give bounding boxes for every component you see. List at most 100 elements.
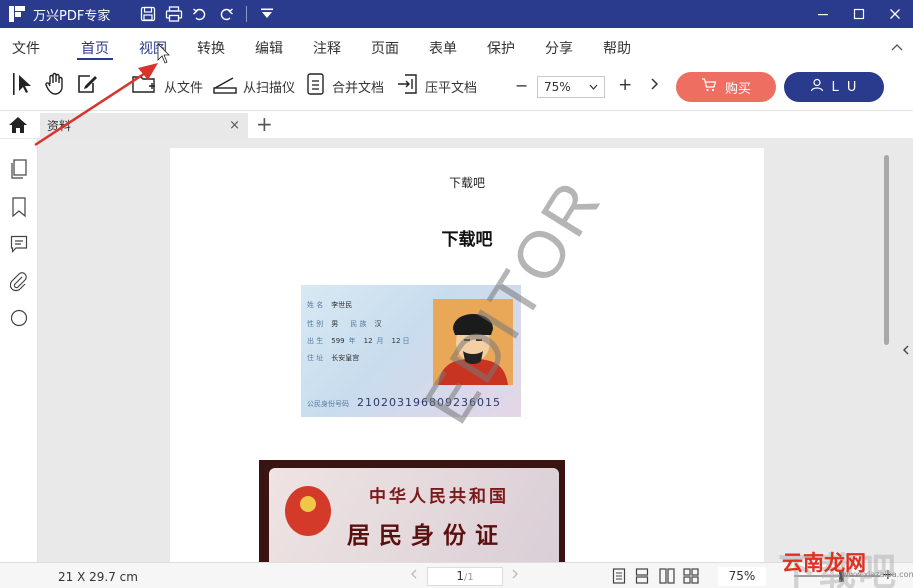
page-number-input[interactable]: 1/1 <box>427 567 503 586</box>
window-controls <box>805 0 913 28</box>
menu-form[interactable]: 表单 <box>429 38 457 58</box>
menu-protect[interactable]: 保护 <box>487 38 515 58</box>
previous-page-icon[interactable] <box>411 569 417 582</box>
menu-file[interactable]: 文件 <box>12 38 40 58</box>
flatten-label: 压平文档 <box>425 80 478 96</box>
title-bar: 万兴PDF专家 <box>0 0 913 28</box>
name-value: 李世民 <box>331 301 353 309</box>
customize-dropdown-icon[interactable] <box>257 4 277 24</box>
two-page-view-icon[interactable] <box>659 568 675 584</box>
menu-share[interactable]: 分享 <box>545 38 573 58</box>
maximize-icon[interactable] <box>841 0 877 28</box>
next-page-icon[interactable] <box>512 569 518 582</box>
sex-value: 男 <box>331 320 339 328</box>
document-tab-label: 资料 <box>47 119 72 133</box>
toolbar-separator <box>246 6 248 22</box>
current-page: 1 <box>456 569 464 583</box>
close-tab-button[interactable]: × <box>229 113 240 139</box>
from-scanner-button[interactable]: 从扫描仪 <box>213 74 295 98</box>
app-title: 万兴PDF专家 <box>33 8 111 24</box>
user-account-button[interactable]: L U <box>784 72 884 102</box>
zoom-value: 75% <box>544 80 571 94</box>
address-label: 住 址 <box>307 354 324 362</box>
merge-label: 合并文档 <box>332 80 385 96</box>
document-canvas[interactable]: 下载吧 下载吧 姓 名李世民 性 别男民 族汉 出 生 599 年 12 月 12 日 住 … <box>39 139 913 562</box>
document-tab[interactable]: 资料 × <box>40 113 248 139</box>
hand-tool[interactable] <box>44 72 66 100</box>
menu-view[interactable]: 视图 <box>139 38 167 58</box>
folder-add-icon <box>132 73 158 99</box>
chevron-down-icon <box>589 77 598 98</box>
menu-page[interactable]: 页面 <box>371 38 399 58</box>
toolbar-more-icon[interactable] <box>651 78 659 94</box>
merge-button[interactable]: 合并文档 <box>306 73 385 99</box>
select-tool[interactable] <box>12 73 36 98</box>
minimize-icon[interactable] <box>805 0 841 28</box>
save-icon[interactable] <box>138 4 158 24</box>
name-label: 姓 名 <box>307 301 324 309</box>
flatten-button[interactable]: 压平文档 <box>397 74 477 98</box>
from-file-label: 从文件 <box>164 80 204 96</box>
site-watermark-logo: 下载吧 云南龙网 www.xiazaiba.com <box>778 541 913 588</box>
address-value: 长安皇宫 <box>331 354 360 362</box>
card-country-text: 中华人民共和国 <box>369 487 509 507</box>
vertical-scrollbar[interactable] <box>884 155 889 345</box>
left-sidebar <box>0 139 38 562</box>
home-icon[interactable] <box>8 116 28 138</box>
scanner-icon <box>213 73 237 99</box>
bookmark-icon[interactable] <box>10 197 28 218</box>
id-number-label: 公民身份号码 <box>307 400 349 408</box>
redo-icon[interactable] <box>216 4 236 24</box>
collapse-ribbon-icon[interactable] <box>891 40 903 55</box>
quick-access-toolbar <box>138 4 277 24</box>
zoom-in-button[interactable]: + <box>618 75 632 95</box>
app-logo-icon <box>9 6 25 22</box>
from-file-button[interactable]: 从文件 <box>132 74 203 98</box>
menu-comment[interactable]: 注释 <box>313 38 341 58</box>
user-icon <box>810 78 824 96</box>
page-size-text: 21 X 29.7 cm <box>58 570 138 584</box>
sex-label: 性 别 <box>307 320 324 328</box>
zoom-select[interactable]: 75% <box>537 76 605 98</box>
birth-day: 12 <box>391 337 401 345</box>
merge-document-icon <box>306 73 326 99</box>
thumbnails-icon[interactable] <box>10 159 28 179</box>
toolbar: 从文件 从扫描仪 合并文档 压平文档 − 75% + 购买 L U <box>0 62 913 110</box>
menu-help[interactable]: 帮助 <box>603 38 631 58</box>
birth-month: 12 <box>363 337 373 345</box>
continuous-view-icon[interactable] <box>635 568 651 584</box>
document-tab-bar: 资料 × + <box>0 110 913 139</box>
user-label: L U <box>831 79 859 95</box>
comment-icon[interactable] <box>10 235 28 253</box>
close-icon[interactable] <box>877 0 913 28</box>
site-watermark-url: www.xiazaiba.com <box>842 570 913 579</box>
page-title: 下载吧 <box>441 230 493 250</box>
undo-icon[interactable] <box>190 4 210 24</box>
nation-label: 民 族 <box>350 320 367 328</box>
edit-tool[interactable] <box>76 74 98 98</box>
single-page-view-icon[interactable] <box>612 568 628 584</box>
pdf-page: 下载吧 下载吧 姓 名李世民 性 别男民 族汉 出 生 599 年 12 月 12 日 住 … <box>170 148 764 562</box>
add-tab-button[interactable]: + <box>256 112 273 136</box>
menu-edit[interactable]: 编辑 <box>255 38 283 58</box>
birth-year-suffix: 年 <box>348 337 356 345</box>
attachment-icon[interactable] <box>9 272 28 292</box>
national-emblem-icon <box>285 486 331 536</box>
total-pages: /1 <box>463 572 474 583</box>
card-type-text: 居民身份证 <box>347 522 507 549</box>
menu-bar: 文件 首页 视图 转换 编辑 注释 页面 表单 保护 分享 帮助 <box>0 28 913 62</box>
id-card-back-image: 中华人民共和国 居民身份证 <box>259 460 565 562</box>
page-header-text: 下载吧 <box>448 176 485 190</box>
birth-month-suffix: 月 <box>376 337 384 345</box>
grid-view-icon[interactable] <box>683 568 699 584</box>
menu-convert[interactable]: 转换 <box>197 38 225 58</box>
menu-home[interactable]: 首页 <box>77 38 113 60</box>
hand-icon <box>44 72 66 100</box>
search-circle-icon[interactable] <box>10 309 28 327</box>
print-icon[interactable] <box>164 4 184 24</box>
expand-right-panel-icon[interactable] <box>903 345 909 358</box>
buy-button[interactable]: 购买 <box>676 72 776 102</box>
edit-box-icon <box>76 73 98 99</box>
status-zoom-value[interactable]: 75% <box>718 567 766 586</box>
zoom-out-button[interactable]: − <box>515 76 528 95</box>
